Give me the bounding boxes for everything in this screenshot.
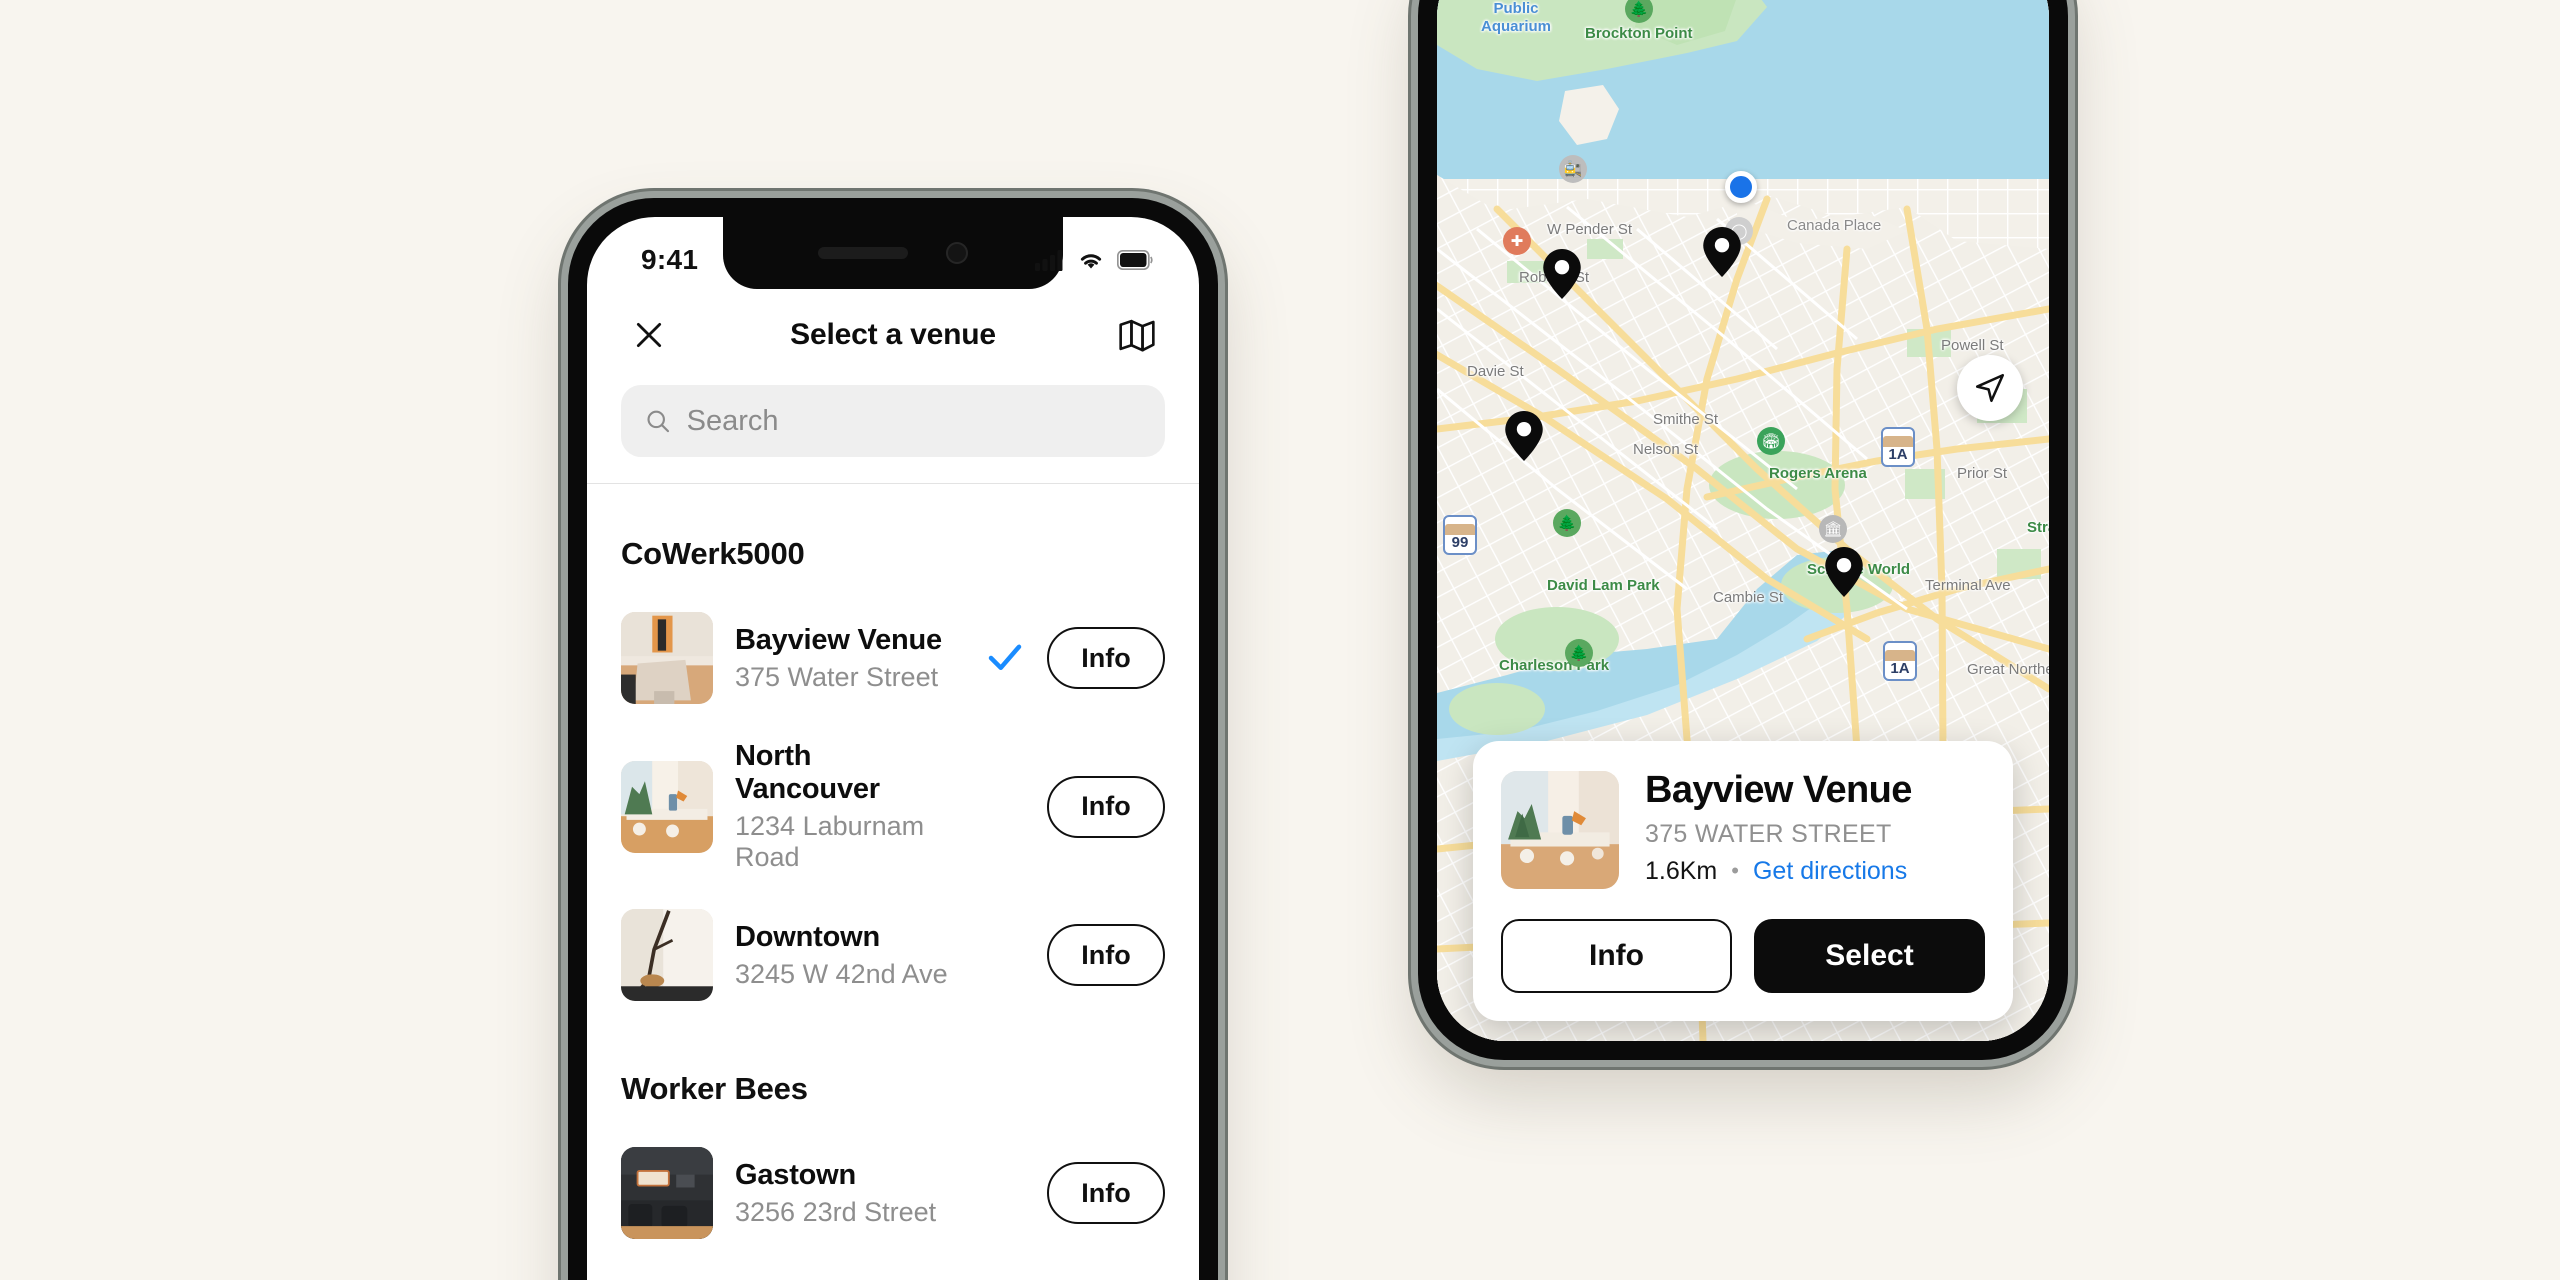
battery-icon <box>1117 250 1153 270</box>
locate-me-button[interactable] <box>1957 355 2023 421</box>
shield-number: 1A <box>1890 660 1910 677</box>
venue-address: 1234 Laburnam Road <box>735 811 925 872</box>
venue-name: Downtown <box>735 920 880 953</box>
cellular-signal-icon <box>1035 250 1063 271</box>
venue-list-phone-device: 9:41 Select a venue Search CoWerk5000 Ba… <box>568 198 1218 1280</box>
venue-text-group: Downtown 3245 W 42nd Ave <box>735 921 963 990</box>
map-venue-pin[interactable] <box>1505 411 1543 461</box>
search-icon <box>647 410 670 433</box>
venue-info-button[interactable]: Info <box>1047 627 1165 689</box>
venue-info-button[interactable]: Info <box>1047 924 1165 986</box>
venue-row[interactable]: Bayview Venue 375 Water Street Info <box>587 594 1199 722</box>
venue-row[interactable]: North Vancouver 1234 Laburnam Road Info <box>587 722 1199 891</box>
highway-shield: 1A <box>1883 641 1917 681</box>
get-directions-link[interactable]: Get directions <box>1753 857 1907 886</box>
map-pin-icon <box>1543 249 1581 299</box>
venue-text-group: Gastown 3256 23rd Street <box>735 1159 963 1228</box>
rogers-arena-icon: 🏟 <box>1757 427 1785 455</box>
venue-card-distance: 1.6Km <box>1645 856 1718 885</box>
highway-shield: 1A <box>1881 427 1915 467</box>
venue-thumbnail <box>621 760 713 853</box>
map-icon <box>1119 319 1155 352</box>
shield-number: 99 <box>1451 534 1469 551</box>
venue-address: 3256 23rd Street <box>735 1196 937 1227</box>
venue-name: Bayview Venue <box>735 623 942 656</box>
venue-info-button[interactable]: Info <box>1047 775 1165 838</box>
map-venue-pin[interactable] <box>1543 249 1581 299</box>
highway-shield: 99 <box>1443 515 1477 555</box>
map-pin-icon <box>1505 411 1543 461</box>
venue-list-phone-screen: 9:41 Select a venue Search CoWerk5000 Ba… <box>587 217 1199 1280</box>
david-lam-park-icon: 🌲 <box>1553 509 1581 537</box>
screenshot-canvas: VancouverPublicAquariumBrockton PointCan… <box>0 0 2560 1280</box>
card-select-button[interactable]: Select <box>1754 919 1985 993</box>
map-venue-pin[interactable] <box>1703 227 1741 277</box>
venue-info-button[interactable]: Info <box>1047 1162 1165 1224</box>
venue-name: North Vancouver <box>735 740 880 805</box>
search-input[interactable] <box>686 404 1141 438</box>
venue-card-address: 375 WATER STREET <box>1645 819 1892 848</box>
venue-text-group: Bayview Venue 375 Water Street <box>735 624 963 693</box>
card-info-button[interactable]: Info <box>1501 919 1732 993</box>
venue-section-title: Worker Bees <box>621 1071 808 1106</box>
nav-bar: Select a venue <box>587 289 1199 381</box>
checkmark-icon <box>988 644 1022 671</box>
venue-row[interactable]: Gastown 3256 23rd Street Info <box>587 1129 1199 1257</box>
venue-thumbnail <box>621 909 713 1001</box>
venue-address: 3245 W 42nd Ave <box>735 958 948 989</box>
meta-separator: • <box>1731 858 1739 884</box>
charleson-park-icon: 🌲 <box>1565 639 1593 667</box>
venue-address: 375 Water Street <box>735 661 939 692</box>
science-world-icon: 🏛 <box>1819 515 1847 543</box>
venue-thumbnail <box>621 612 713 704</box>
hospital-poi-icon: ✚ <box>1503 227 1531 255</box>
navigate-arrow-icon <box>1975 373 2005 403</box>
map-pin-icon <box>1703 227 1741 277</box>
venue-list[interactable]: CoWerk5000 Bayview Venue 375 Water Street I… <box>587 484 1199 1257</box>
map-pin-icon <box>1825 547 1863 597</box>
venue-card-title: Bayview Venue <box>1645 769 1912 811</box>
close-icon <box>636 322 662 348</box>
venue-section-title: CoWerk5000 <box>621 536 805 571</box>
map-phone-device: VancouverPublicAquariumBrockton PointCan… <box>1418 0 2068 1060</box>
close-button[interactable] <box>621 307 677 363</box>
venue-row[interactable]: Downtown 3245 W 42nd Ave Info <box>587 891 1199 1019</box>
map-phone-screen: VancouverPublicAquariumBrockton PointCan… <box>1437 0 2049 1041</box>
shield-number: 1A <box>1888 446 1908 463</box>
venue-thumbnail <box>621 1147 713 1239</box>
wifi-icon <box>1080 254 1102 269</box>
venue-card-thumbnail <box>1501 771 1619 889</box>
page-title: Select a venue <box>790 318 996 351</box>
venue-detail-card: Bayview Venue 375 WATER STREET 1.6Km • G… <box>1473 741 2013 1021</box>
map-toggle-button[interactable] <box>1109 307 1165 363</box>
venue-text-group: North Vancouver 1234 Laburnam Road <box>735 740 963 873</box>
status-time: 9:41 <box>641 244 699 275</box>
status-bar: 9:41 <box>587 217 1199 289</box>
search-box[interactable] <box>621 385 1165 457</box>
user-location-dot <box>1725 171 1757 203</box>
venue-name: Gastown <box>735 1158 857 1191</box>
transit-poi-icon: 🚉 <box>1559 155 1587 183</box>
search-bar-container <box>587 381 1199 483</box>
venue-selected-check <box>985 644 1025 672</box>
map-venue-pin[interactable] <box>1825 547 1863 597</box>
map-view[interactable]: VancouverPublicAquariumBrockton PointCan… <box>1437 0 2049 1041</box>
